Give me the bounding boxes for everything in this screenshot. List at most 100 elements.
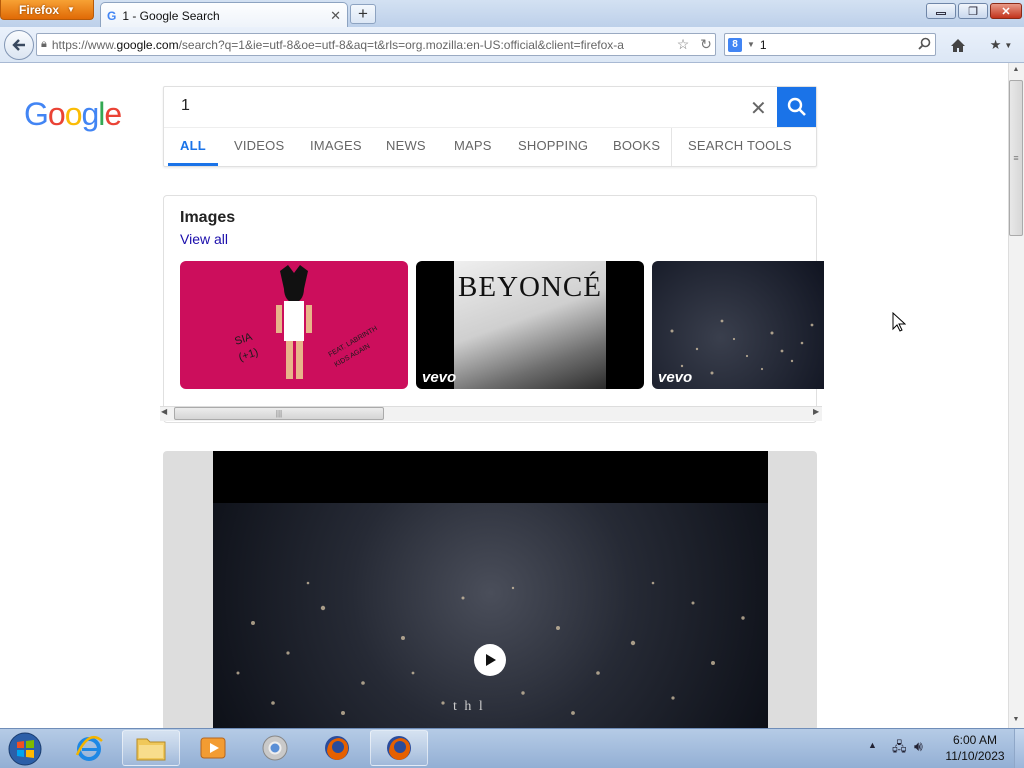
clear-search-icon[interactable]: ✕ (750, 96, 767, 121)
play-button[interactable] (474, 644, 506, 676)
chevron-down-icon: ▼ (67, 5, 75, 14)
firefox-icon (325, 736, 349, 760)
images-heading: Images (180, 209, 236, 226)
url-path: /search?q=1&ie=utf-8&oe=utf-8&aq=t&rls=o… (178, 37, 624, 52)
firefox-menu-button[interactable]: Firefox ▼ (0, 0, 94, 20)
system-clock[interactable]: 6:00 AM 11/10/2023 (940, 732, 1010, 764)
taskbar-internet-explorer[interactable] (60, 730, 118, 766)
tab-separator (671, 128, 672, 166)
logo-letter: G (24, 96, 49, 132)
firefox-icon (387, 736, 411, 760)
new-tab-button[interactable]: + (350, 4, 376, 24)
taskbar-file-explorer[interactable] (122, 730, 180, 766)
url-text[interactable]: https://www.google.com/search?q=1&ie=utf… (52, 38, 669, 52)
scroll-right-arrow-icon[interactable]: ▶ (813, 407, 819, 416)
close-icon: ✕ (1001, 5, 1011, 18)
lock-icon: 🔒︎ (41, 38, 47, 50)
tab-search-tools[interactable]: SEARCH TOOLS (688, 138, 792, 153)
tab-videos[interactable]: VIDEOS (234, 138, 284, 153)
mouse-cursor-icon (892, 311, 907, 335)
video-frame: t h l (213, 503, 768, 728)
close-window-button[interactable]: ✕ (990, 3, 1022, 19)
google-favicon-icon: G (107, 8, 117, 23)
chevron-down-icon: ▼ (1004, 40, 1013, 50)
folder-icon (136, 738, 166, 761)
horizontal-scroll-thumb[interactable]: ||| (174, 407, 384, 420)
tab-images[interactable]: IMAGES (310, 138, 362, 153)
logo-letter: o (47, 96, 66, 132)
tab-shopping[interactable]: SHOPPING (518, 138, 588, 153)
taskbar-firefox-active[interactable] (370, 730, 428, 766)
video-caption: t h l (453, 699, 485, 714)
restore-icon: ❐ (968, 5, 978, 18)
tab-news[interactable]: NEWS (386, 138, 426, 153)
volume-icon[interactable]: 🔊︎ (914, 738, 923, 755)
minimize-icon (936, 12, 946, 15)
active-tab-indicator (168, 163, 218, 166)
search-icon[interactable] (918, 37, 935, 53)
clock-time: 6:00 AM (952, 733, 998, 747)
google-logo[interactable]: Google (24, 96, 122, 133)
show-desktop-button[interactable] (1014, 729, 1024, 768)
url-prefix: https://www. (51, 37, 117, 52)
windows-start-orb-icon (8, 732, 42, 765)
images-carousel: SIA (+1) FEAT. LABRINTH KIDS AGAIN BEYON… (180, 261, 824, 389)
logo-letter: o (64, 96, 83, 132)
logo-letter: g (81, 96, 99, 132)
internet-explorer-icon (75, 736, 103, 761)
tab-all[interactable]: ALL (180, 138, 206, 153)
sia-album-art: SIA (+1) FEAT. LABRINTH KIDS AGAIN (233, 265, 379, 379)
restore-button[interactable]: ❐ (958, 3, 988, 19)
clock-date: 11/10/2023 (945, 749, 1005, 763)
browser-search-bar[interactable]: 8 ▼ 1 (724, 33, 936, 56)
image-thumbnail[interactable]: vevo (652, 261, 824, 389)
close-tab-icon[interactable]: ✕ (330, 8, 341, 24)
thumbnail-caption: BEYONCÉ (458, 271, 602, 303)
show-hidden-icons-icon[interactable]: ▲ (868, 740, 877, 750)
browser-search-value[interactable]: 1 (760, 38, 913, 52)
vertical-scroll-thumb[interactable]: ≡ (1009, 80, 1023, 236)
media-player-icon (200, 737, 226, 759)
scroll-left-arrow-icon[interactable]: ◀ (161, 407, 167, 416)
vevo-logo: vevo (658, 369, 693, 386)
scroll-up-arrow-icon[interactable]: ▲ (1010, 66, 1022, 73)
start-button[interactable] (2, 729, 48, 768)
search-input[interactable]: 1 (181, 97, 190, 115)
search-button[interactable] (777, 87, 816, 127)
back-arrow-icon (12, 39, 25, 51)
firefox-menu-label: Firefox (19, 2, 60, 17)
image-thumbnail[interactable]: BEYONCÉ vevo (416, 261, 644, 389)
url-domain: google.com (116, 37, 179, 52)
image-thumbnail[interactable]: SIA (+1) FEAT. LABRINTH KIDS AGAIN (180, 261, 408, 389)
browser-tab[interactable]: G 1 - Google Search ✕ (100, 2, 348, 28)
view-all-link[interactable]: View all (180, 231, 228, 247)
vevo-logo: vevo (422, 369, 457, 386)
bookmark-star-icon[interactable]: ☆ (674, 36, 692, 53)
scroll-down-arrow-icon[interactable]: ▼ (1010, 716, 1022, 723)
video-player[interactable]: t h l (213, 451, 768, 728)
logo-letter: e (104, 96, 122, 132)
chrome-icon (262, 735, 288, 761)
taskbar-chrome[interactable] (246, 730, 304, 766)
home-button[interactable] (948, 35, 968, 55)
taskbar-firefox[interactable] (308, 730, 366, 766)
google-engine-icon[interactable]: 8 (728, 37, 742, 52)
tab-title: 1 - Google Search (122, 8, 220, 23)
svg-text:SIA: SIA (233, 331, 254, 348)
tab-books[interactable]: BOOKS (613, 138, 660, 153)
reload-icon[interactable]: ↻ (697, 36, 715, 53)
minimize-button[interactable] (926, 3, 956, 19)
engine-dropdown-icon[interactable]: ▼ (747, 40, 755, 49)
network-icon[interactable]: 🖧︎ (892, 738, 907, 760)
taskbar-media-player[interactable] (184, 730, 242, 766)
play-icon (486, 654, 496, 666)
bookmarks-menu-button[interactable]: ★ ▼ (984, 35, 1018, 55)
search-icon (787, 97, 806, 116)
svg-text:(+1): (+1) (237, 346, 260, 364)
home-icon (951, 38, 965, 52)
tabs-divider (164, 127, 816, 128)
url-bar[interactable]: 🔒︎ https://www.google.com/search?q=1&ie=… (36, 33, 716, 56)
bookmarks-icon: ★ (989, 37, 1002, 52)
tab-maps[interactable]: MAPS (454, 138, 492, 153)
back-button[interactable] (4, 30, 34, 60)
